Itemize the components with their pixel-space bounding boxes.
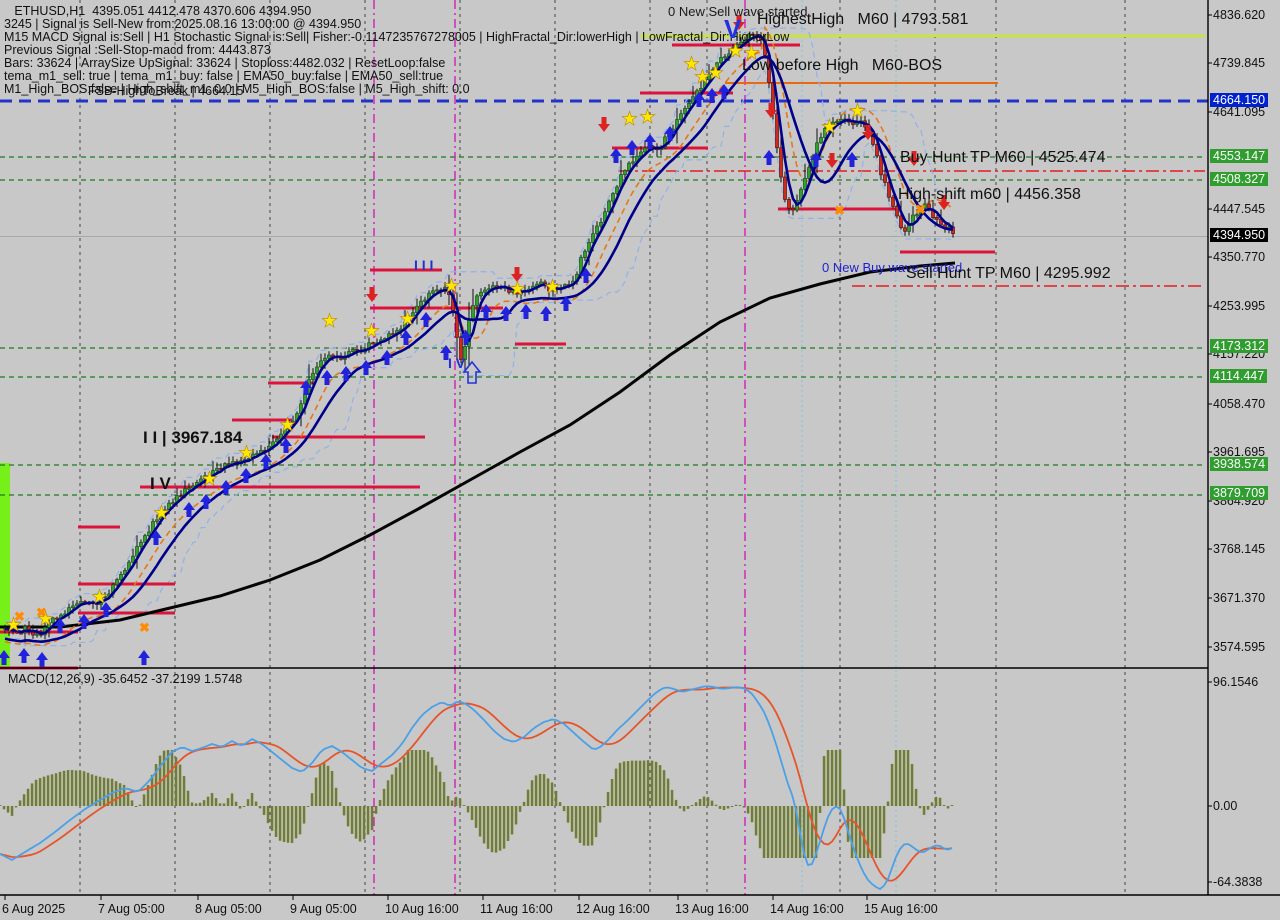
svg-text:✖: ✖: [915, 202, 926, 217]
time-axis-label: 9 Aug 05:00: [290, 902, 357, 916]
price-axis-label: 4739.845: [1213, 56, 1265, 70]
price-badge: 4508.327: [1210, 172, 1268, 186]
time-axis-label: 10 Aug 16:00: [385, 902, 459, 916]
svg-text:★: ★: [201, 469, 218, 490]
price-axis-label: 3768.145: [1213, 542, 1265, 556]
svg-text:★: ★: [544, 277, 561, 298]
svg-text:★: ★: [707, 63, 724, 84]
macd-axis-label: 96.1546: [1213, 675, 1258, 689]
price-chart-canvas[interactable]: ★★★★★★★★★★★★★★★★★★★★★★✖✖✖✖✖: [0, 0, 1280, 920]
macd-axis-label: -64.3838: [1213, 875, 1262, 889]
svg-text:★: ★: [279, 415, 296, 436]
chart-annotation: V: [724, 14, 741, 45]
price-badge: 3938.574: [1210, 457, 1268, 471]
svg-text:★: ★: [849, 101, 866, 122]
trading-chart-window: ★★★★★★★★★★★★★★★★★★★★★★✖✖✖✖✖ ETHUSD,H1 43…: [0, 0, 1280, 920]
price-axis-label: 4253.995: [1213, 299, 1265, 313]
svg-text:★: ★: [621, 109, 638, 130]
time-axis-label: 11 Aug 16:00: [480, 902, 553, 916]
price-badge: 4173.312: [1210, 339, 1268, 353]
chart-annotation: HighestHigh M60 | 4793.581: [757, 11, 968, 29]
chart-annotation: Sell Hunt TP M60 | 4295.992: [906, 265, 1111, 283]
price-badge: 4394.950: [1210, 228, 1268, 242]
chart-annotation: Buy Hunt TP M60 | 4525.474: [900, 149, 1105, 167]
price-axis-label: 4058.470: [1213, 397, 1265, 411]
price-badge: 4553.147: [1210, 149, 1268, 163]
time-axis-label: 6 Aug 2025: [2, 902, 65, 916]
svg-text:✖: ✖: [834, 203, 845, 218]
price-badge: 4114.447: [1210, 369, 1267, 383]
chart-annotation: I I I: [414, 257, 433, 273]
time-axis-label: 14 Aug 16:00: [770, 902, 844, 916]
time-axis-label: 7 Aug 05:00: [98, 902, 165, 916]
svg-text:★: ★: [821, 117, 838, 138]
price-axis-label: 4836.620: [1213, 8, 1265, 22]
chart-annotation: I V: [448, 355, 465, 371]
chart-annotation: Low before High M60-BOS: [742, 57, 942, 75]
svg-text:★: ★: [443, 276, 460, 297]
time-axis-label: 13 Aug 16:00: [675, 902, 749, 916]
macd-indicator-label: MACD(12,26,9) -35.6452 -37.2199 1.5748: [8, 672, 242, 686]
price-badge: 4664.150: [1210, 93, 1268, 107]
svg-text:★: ★: [639, 107, 656, 128]
price-axis-label: 3574.595: [1213, 640, 1265, 654]
price-axis-label: 4641.095: [1213, 105, 1265, 119]
chart-annotation: High-shift m60 | 4456.358: [898, 186, 1081, 204]
svg-text:✖: ✖: [139, 620, 150, 635]
fsb-level-label: FSB-HighToBreak | 4664.15: [88, 84, 243, 98]
chart-annotation: I V: [150, 474, 171, 494]
time-axis-label: 15 Aug 16:00: [864, 902, 938, 916]
svg-text:✖: ✖: [14, 609, 25, 624]
time-axis-label: 12 Aug 16:00: [576, 902, 650, 916]
svg-text:★: ★: [509, 279, 526, 300]
svg-text:★: ★: [321, 311, 338, 332]
svg-text:★: ★: [153, 503, 170, 524]
svg-text:★: ★: [91, 587, 108, 608]
price-axis-label: 4447.545: [1213, 202, 1265, 216]
price-badge: 3879.709: [1210, 486, 1268, 500]
price-axis-label: 4350.770: [1213, 250, 1265, 264]
svg-text:★: ★: [399, 309, 416, 330]
chart-annotation: I I | 3967.184: [143, 428, 242, 448]
svg-text:★: ★: [363, 321, 380, 342]
svg-text:✖: ✖: [36, 605, 47, 620]
macd-axis-label: 0.00: [1213, 799, 1237, 813]
price-axis-label: 3671.370: [1213, 591, 1265, 605]
time-axis-label: 8 Aug 05:00: [195, 902, 262, 916]
